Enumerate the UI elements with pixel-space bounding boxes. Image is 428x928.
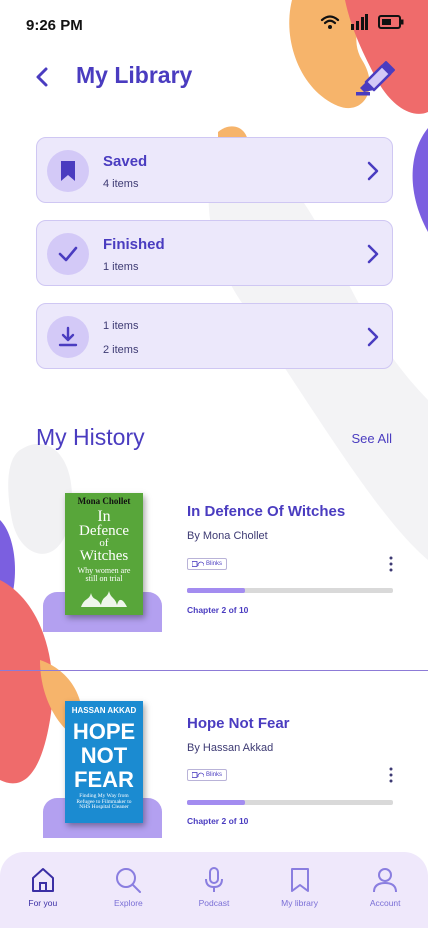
- chevron-right-icon: [367, 244, 379, 264]
- signal-icon: [351, 14, 368, 30]
- nav-label: Explore: [113, 898, 143, 908]
- downloads-line2: 2 items: [103, 344, 139, 356]
- see-all-link[interactable]: See All: [352, 431, 392, 446]
- wifi-icon: [320, 15, 340, 29]
- cover-tagline: Why women are still on trial: [77, 566, 131, 583]
- cover-title-line: Witches: [79, 548, 129, 564]
- checkmark-icon: [58, 246, 78, 262]
- divider: [0, 670, 428, 671]
- chevron-right-icon: [367, 161, 379, 181]
- book-audio-icon: [191, 772, 204, 778]
- blinks-label: Blinks: [205, 561, 222, 567]
- blinks-badge: Blinks: [187, 769, 227, 781]
- finished-card[interactable]: Finished 1 items: [36, 220, 393, 286]
- header: My Library: [0, 56, 428, 100]
- user-icon: [373, 868, 398, 893]
- blinks-label: Blinks: [205, 772, 222, 778]
- nav-label: Podcast: [198, 898, 230, 908]
- nav-label: Account: [369, 898, 401, 908]
- download-icon: [58, 326, 78, 347]
- cover-author: Mona Chollet: [77, 496, 131, 506]
- more-options-icon[interactable]: [385, 767, 397, 783]
- nav-account[interactable]: Account: [345, 852, 425, 908]
- cover-author: HASSAN AKKAD: [71, 706, 137, 715]
- saved-icon-circle: [47, 150, 89, 192]
- book-title[interactable]: Hope Not Fear: [187, 715, 290, 732]
- nav-for-you[interactable]: For you: [3, 852, 83, 908]
- download-icon-circle: [47, 316, 89, 358]
- cover-title-line: HOPE: [72, 719, 136, 744]
- highlighter-icon[interactable]: [352, 58, 396, 98]
- book-cover-hope-not-fear[interactable]: HASSAN AKKAD HOPE NOT FEAR Finding My Wa…: [65, 701, 143, 823]
- nav-explore[interactable]: Explore: [88, 852, 168, 908]
- battery-icon: [378, 15, 404, 29]
- downloads-card[interactable]: 1 items 2 items: [36, 303, 393, 369]
- book-audio-icon: [191, 561, 204, 567]
- chapter-label: Chapter 2 of 10: [187, 816, 249, 826]
- flames-icon: [81, 591, 127, 607]
- finished-label: Finished: [103, 236, 165, 253]
- chapter-label: Chapter 2 of 10: [187, 605, 249, 615]
- bookmark-icon: [290, 868, 309, 892]
- saved-card[interactable]: Saved 4 items: [36, 137, 393, 203]
- book-author: By Mona Chollet: [187, 530, 268, 542]
- book-title[interactable]: In Defence Of Witches: [187, 503, 345, 520]
- nav-my-library[interactable]: My library: [260, 852, 340, 908]
- back-arrow-icon[interactable]: [30, 62, 58, 92]
- cover-title-line: NOT: [80, 743, 128, 768]
- saved-count: 4 items: [103, 178, 139, 190]
- book-cover-in-defence-of-witches[interactable]: Mona Chollet In Defence of Witches Why w…: [65, 493, 143, 615]
- history-title: My History: [36, 424, 145, 450]
- bookmark-icon: [61, 161, 75, 181]
- chevron-right-icon: [367, 327, 379, 347]
- reading-progress-bar: [187, 800, 393, 805]
- nav-label: My library: [281, 898, 318, 908]
- finished-icon-circle: [47, 233, 89, 275]
- microphone-icon: [204, 867, 223, 892]
- nav-label: For you: [28, 898, 58, 908]
- search-icon: [116, 868, 142, 893]
- saved-label: Saved: [103, 153, 148, 170]
- bottom-nav: For you Explore Podcast My library Accou…: [0, 852, 428, 928]
- home-icon: [31, 868, 54, 892]
- cover-title-line: FEAR: [74, 767, 134, 792]
- nav-podcast[interactable]: Podcast: [174, 852, 254, 908]
- more-options-icon[interactable]: [385, 556, 397, 572]
- finished-count: 1 items: [103, 261, 139, 273]
- reading-progress-bar: [187, 588, 393, 593]
- status-time: 9:26 PM: [26, 17, 83, 34]
- cover-tagline: Finding My Way from Refugee to Filmmaker…: [76, 793, 132, 810]
- book-author: By Hassan Akkad: [187, 742, 274, 754]
- downloads-line1: 1 items: [103, 320, 139, 332]
- status-bar: 9:26 PM: [0, 0, 428, 50]
- page-title: My Library: [76, 62, 193, 88]
- blinks-badge: Blinks: [187, 558, 227, 570]
